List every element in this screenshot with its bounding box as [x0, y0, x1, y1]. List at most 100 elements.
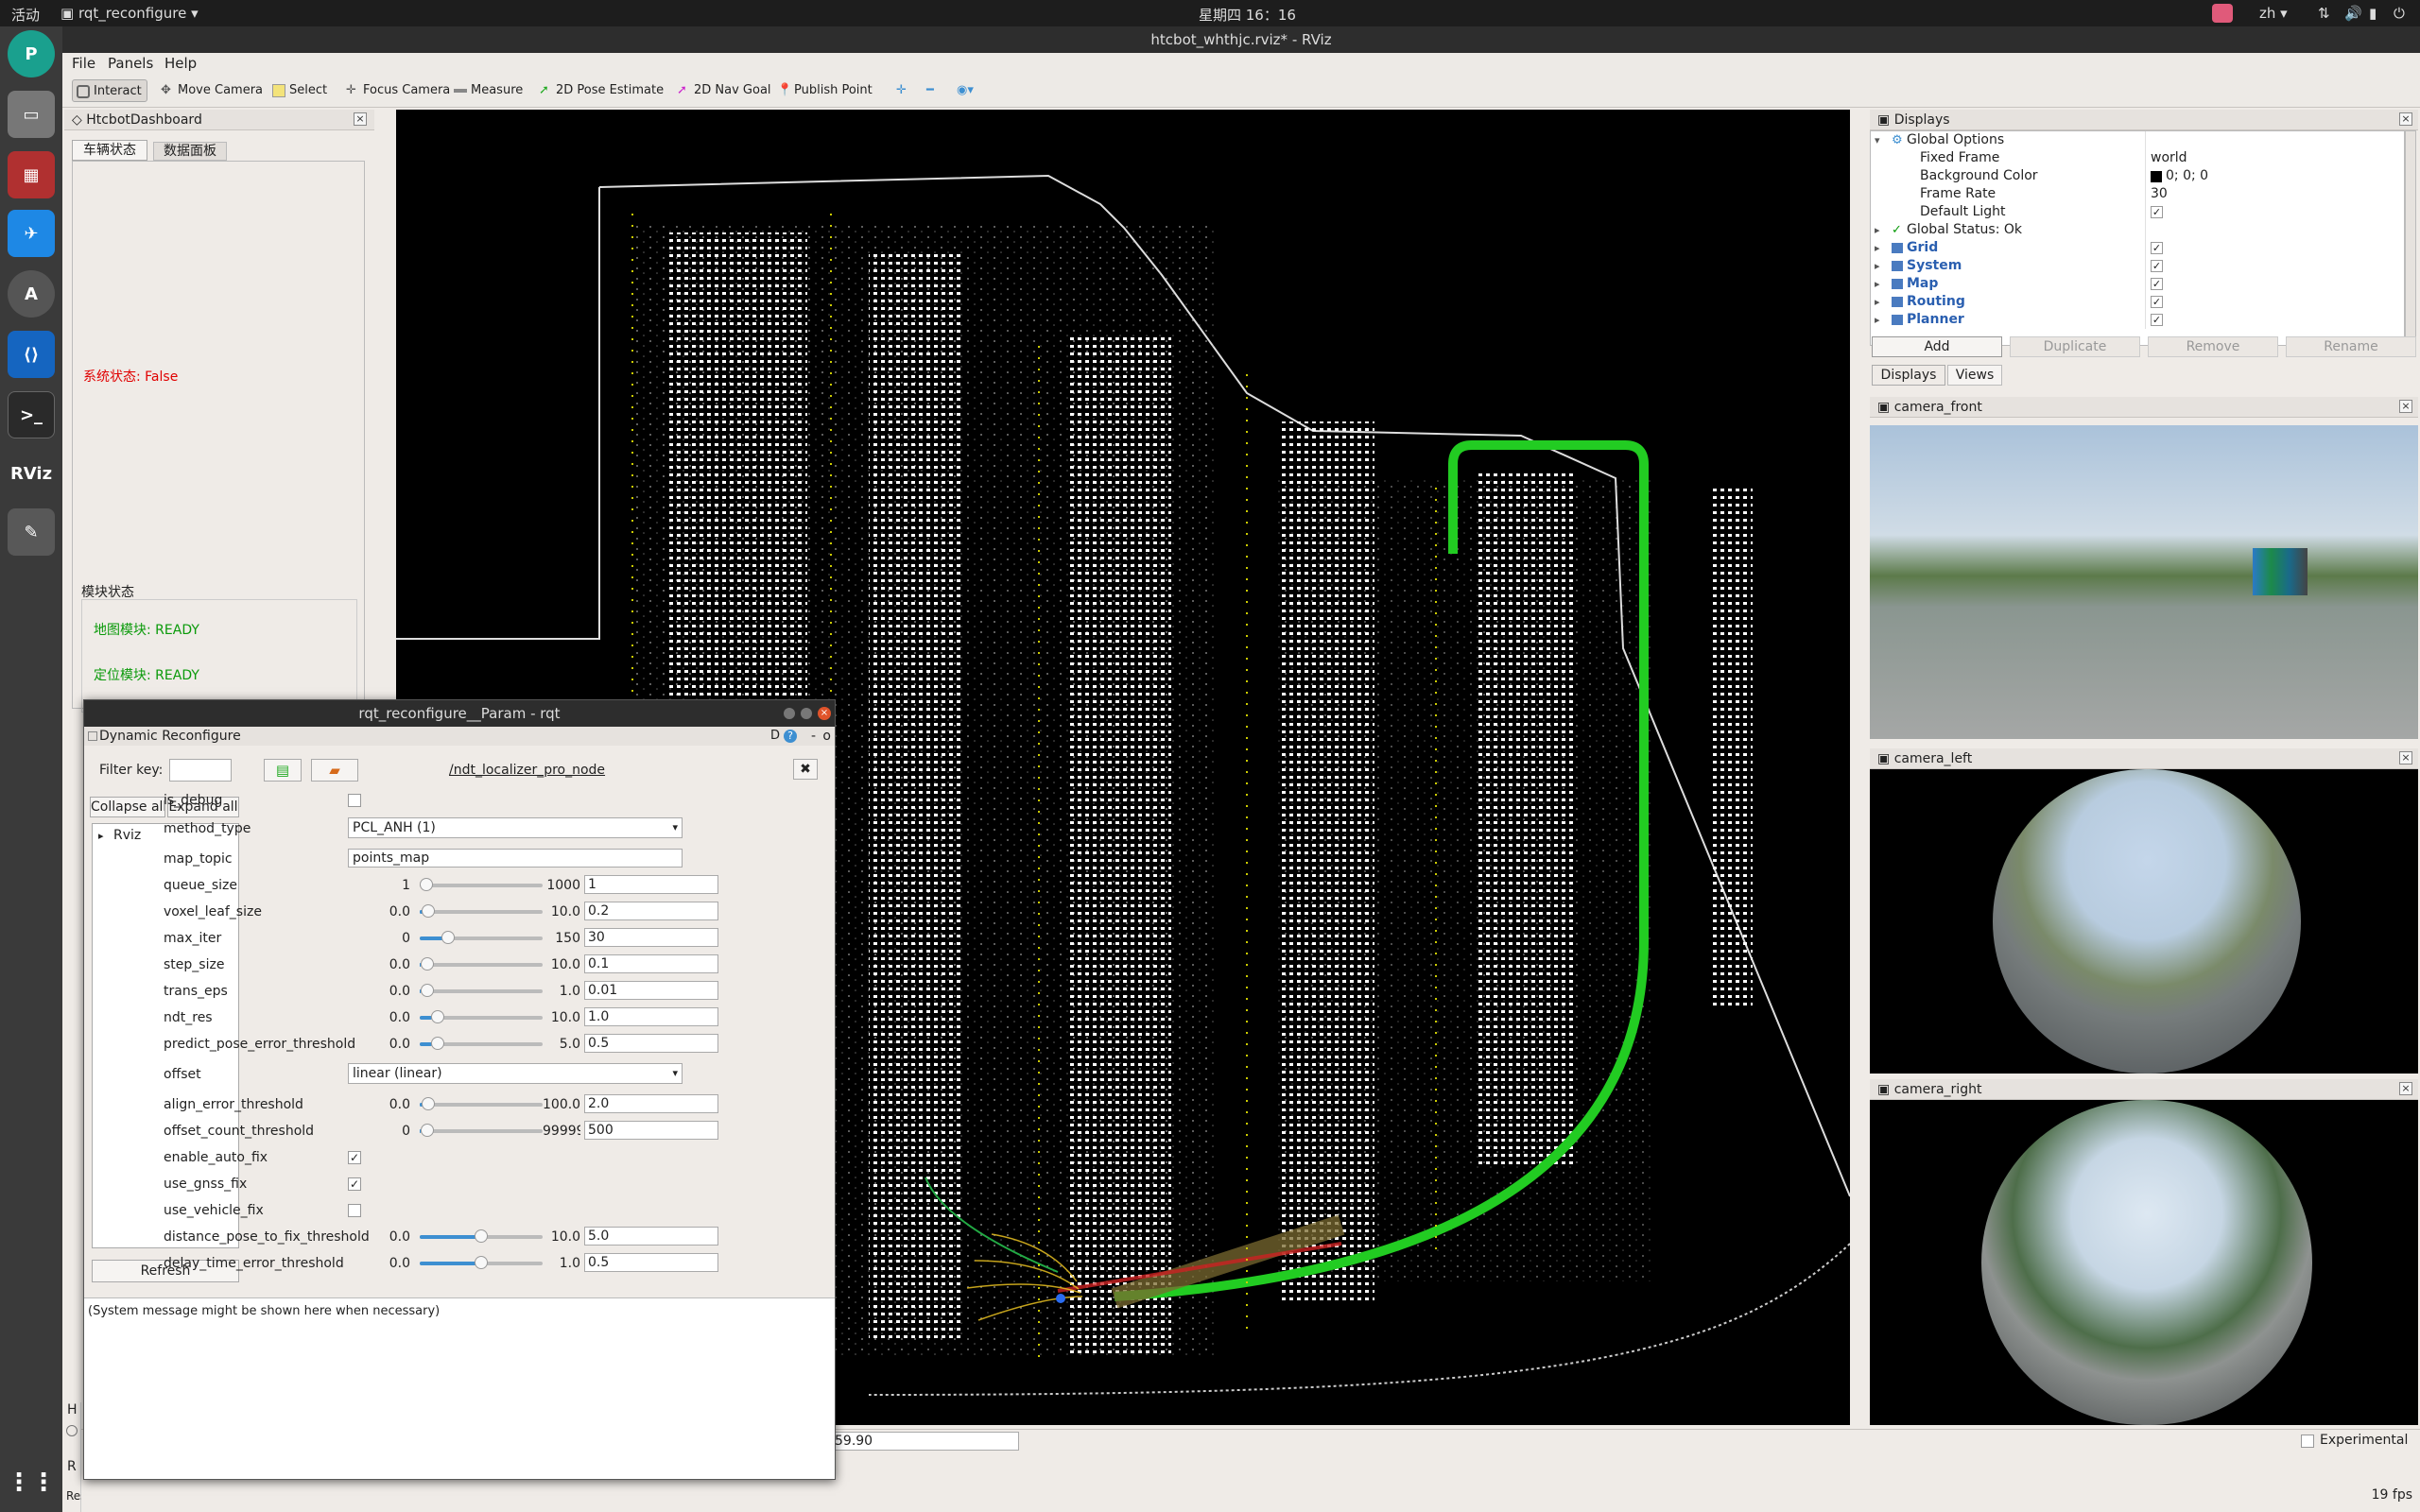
display-checkbox[interactable]: ✓	[2151, 296, 2163, 308]
param-value-field[interactable]: 0.2	[584, 902, 718, 920]
plugin-close-icon[interactable]: o	[822, 727, 831, 746]
duplicate-display-button[interactable]: Duplicate	[2010, 336, 2140, 357]
slider-handle[interactable]	[430, 1037, 444, 1050]
param-value-field[interactable]: 1.0	[584, 1007, 718, 1026]
feishu-icon[interactable]: ✈	[8, 210, 55, 257]
show-apps-icon[interactable]: ⋮⋮	[7, 1459, 56, 1506]
expand-arrow-icon[interactable]: ▸	[1875, 275, 1880, 293]
param-slider[interactable]	[420, 878, 543, 891]
param-value-field[interactable]: 0.01	[584, 981, 718, 1000]
tab-vehicle-status[interactable]: 车辆状态	[72, 140, 147, 161]
dialog-maximize-icon[interactable]	[801, 708, 812, 719]
network-icon[interactable]: ⇅	[2318, 5, 2330, 22]
param-value-field[interactable]: 500	[584, 1121, 718, 1140]
slider-handle[interactable]	[441, 931, 456, 944]
param-value-field[interactable]: 2.0	[584, 1094, 718, 1113]
rviz-icon[interactable]: RViz	[8, 450, 55, 497]
expand-arrow-icon[interactable]: ▸	[1875, 293, 1880, 311]
param-dropdown[interactable]: linear (linear) ▾	[348, 1063, 683, 1084]
param-checkbox[interactable]: ✓	[348, 1151, 361, 1164]
param-slider[interactable]	[420, 904, 543, 918]
param-checkbox[interactable]: ✓	[348, 1177, 361, 1191]
dropdown-arrow-icon[interactable]: ▾	[672, 818, 678, 837]
displays-scrollbar[interactable]	[2405, 130, 2416, 346]
load-params-icon[interactable]: ▰	[311, 759, 358, 782]
expand-arrow-icon[interactable]: ▾	[1875, 131, 1880, 149]
display-row[interactable]: ▸ System ✓	[1871, 257, 2404, 275]
display-row[interactable]: Frame Rate 30	[1871, 185, 2404, 203]
add-tool-icon[interactable]: ✛	[892, 79, 910, 102]
param-slider[interactable]	[420, 984, 543, 997]
tab-data-panel[interactable]: 数据面板	[153, 142, 227, 161]
save-params-icon[interactable]: ▤	[264, 759, 302, 782]
param-dropdown[interactable]: PCL_ANH (1) ▾	[348, 817, 683, 838]
pose-estimate-tool[interactable]: ➚ 2D Pose Estimate	[535, 79, 668, 102]
display-row[interactable]: Fixed Frame world	[1871, 149, 2404, 167]
close-node-icon[interactable]: ✖	[793, 759, 818, 780]
param-value-field[interactable]: 0.5	[584, 1253, 718, 1272]
displays-tree[interactable]: ▾ ⚙ Global Options Fixed Frame world Backgrou…	[1870, 130, 2405, 346]
slider-handle[interactable]	[475, 1256, 488, 1269]
clock[interactable]: 星期四 16：16	[1199, 5, 1296, 25]
add-display-button[interactable]: Add	[1872, 336, 2002, 357]
param-slider[interactable]	[420, 1256, 543, 1269]
display-checkbox[interactable]: ✓	[2151, 242, 2163, 254]
notification-icon[interactable]	[2212, 4, 2233, 23]
display-row[interactable]: ▸ Grid ✓	[1871, 239, 2404, 257]
camera-right-close-icon[interactable]: ×	[2399, 1082, 2412, 1095]
display-checkbox[interactable]: ✓	[2151, 260, 2163, 272]
param-checkbox[interactable]	[348, 1204, 361, 1217]
volume-icon[interactable]: 🔊	[2344, 5, 2362, 22]
display-row[interactable]: Default Light ✓	[1871, 203, 2404, 221]
help-icon[interactable]: ?	[784, 730, 797, 743]
camera-front-close-icon[interactable]: ×	[2399, 400, 2412, 413]
rename-display-button[interactable]: Rename	[2286, 336, 2416, 357]
param-value-field[interactable]: 0.5	[584, 1034, 718, 1053]
dialog-minimize-icon[interactable]	[784, 708, 795, 719]
display-checkbox[interactable]: ✓	[2151, 278, 2163, 290]
slider-handle[interactable]	[421, 957, 435, 971]
display-checkbox[interactable]: ✓	[2151, 314, 2163, 326]
app-menu[interactable]: ▣ rqt_reconfigure ▾	[60, 5, 199, 22]
menu-panels[interactable]: Panels	[108, 55, 153, 72]
tab-displays[interactable]: Displays	[1872, 365, 1945, 386]
expand-arrow-icon[interactable]: ▸	[1875, 221, 1880, 239]
slider-handle[interactable]	[420, 1124, 434, 1137]
param-slider[interactable]	[420, 1010, 543, 1023]
reset-button-partial[interactable]: Reset	[66, 1489, 81, 1503]
expand-arrow-icon[interactable]: ▸	[1875, 311, 1880, 329]
slider-handle[interactable]	[420, 878, 433, 891]
param-slider[interactable]	[420, 1097, 543, 1110]
param-slider[interactable]	[420, 1229, 543, 1243]
plugin-d-label[interactable]: D	[770, 727, 780, 746]
dashboard-close-icon[interactable]: ×	[354, 112, 367, 126]
app-p-icon[interactable]: P	[8, 30, 55, 77]
displays-close-icon[interactable]: ×	[2399, 112, 2412, 126]
experimental-checkbox[interactable]	[2301, 1435, 2314, 1448]
input-language[interactable]: zh ▾	[2259, 5, 2288, 22]
display-row[interactable]: ▸ Map ✓	[1871, 275, 2404, 293]
interact-tool[interactable]: Interact	[72, 79, 147, 102]
display-checkbox[interactable]: ✓	[2151, 206, 2163, 218]
collapse-all-button[interactable]: Collapse all	[90, 797, 165, 817]
dropdown-arrow-icon[interactable]: ▾	[672, 1064, 678, 1083]
menu-file[interactable]: File	[72, 55, 95, 72]
nav-goal-tool[interactable]: ➚ 2D Nav Goal	[673, 79, 776, 102]
param-value-field[interactable]: 0.1	[584, 954, 718, 973]
display-row[interactable]: ▸ Planner ✓	[1871, 311, 2404, 329]
display-row[interactable]: Background Color 0; 0; 0	[1871, 167, 2404, 185]
slider-handle[interactable]	[422, 1097, 436, 1110]
display-row[interactable]: ▸ Routing ✓	[1871, 293, 2404, 311]
time-field[interactable]: 59.90	[830, 1432, 1019, 1451]
expand-arrow-icon[interactable]: ▸	[1875, 239, 1880, 257]
expand-arrow-icon[interactable]: ▸	[1875, 257, 1880, 275]
measure-tool[interactable]: Measure	[450, 79, 527, 102]
calculator-icon[interactable]: ▦	[8, 151, 55, 198]
tree-arrow-icon[interactable]: ▸	[98, 828, 104, 844]
slider-handle[interactable]	[421, 984, 435, 997]
vscode-icon[interactable]: ⟨⟩	[8, 331, 55, 378]
slider-handle[interactable]	[422, 904, 436, 918]
dialog-close-icon[interactable]: ×	[818, 707, 831, 720]
camera-left-close-icon[interactable]: ×	[2399, 751, 2412, 765]
slider-handle[interactable]	[430, 1010, 444, 1023]
